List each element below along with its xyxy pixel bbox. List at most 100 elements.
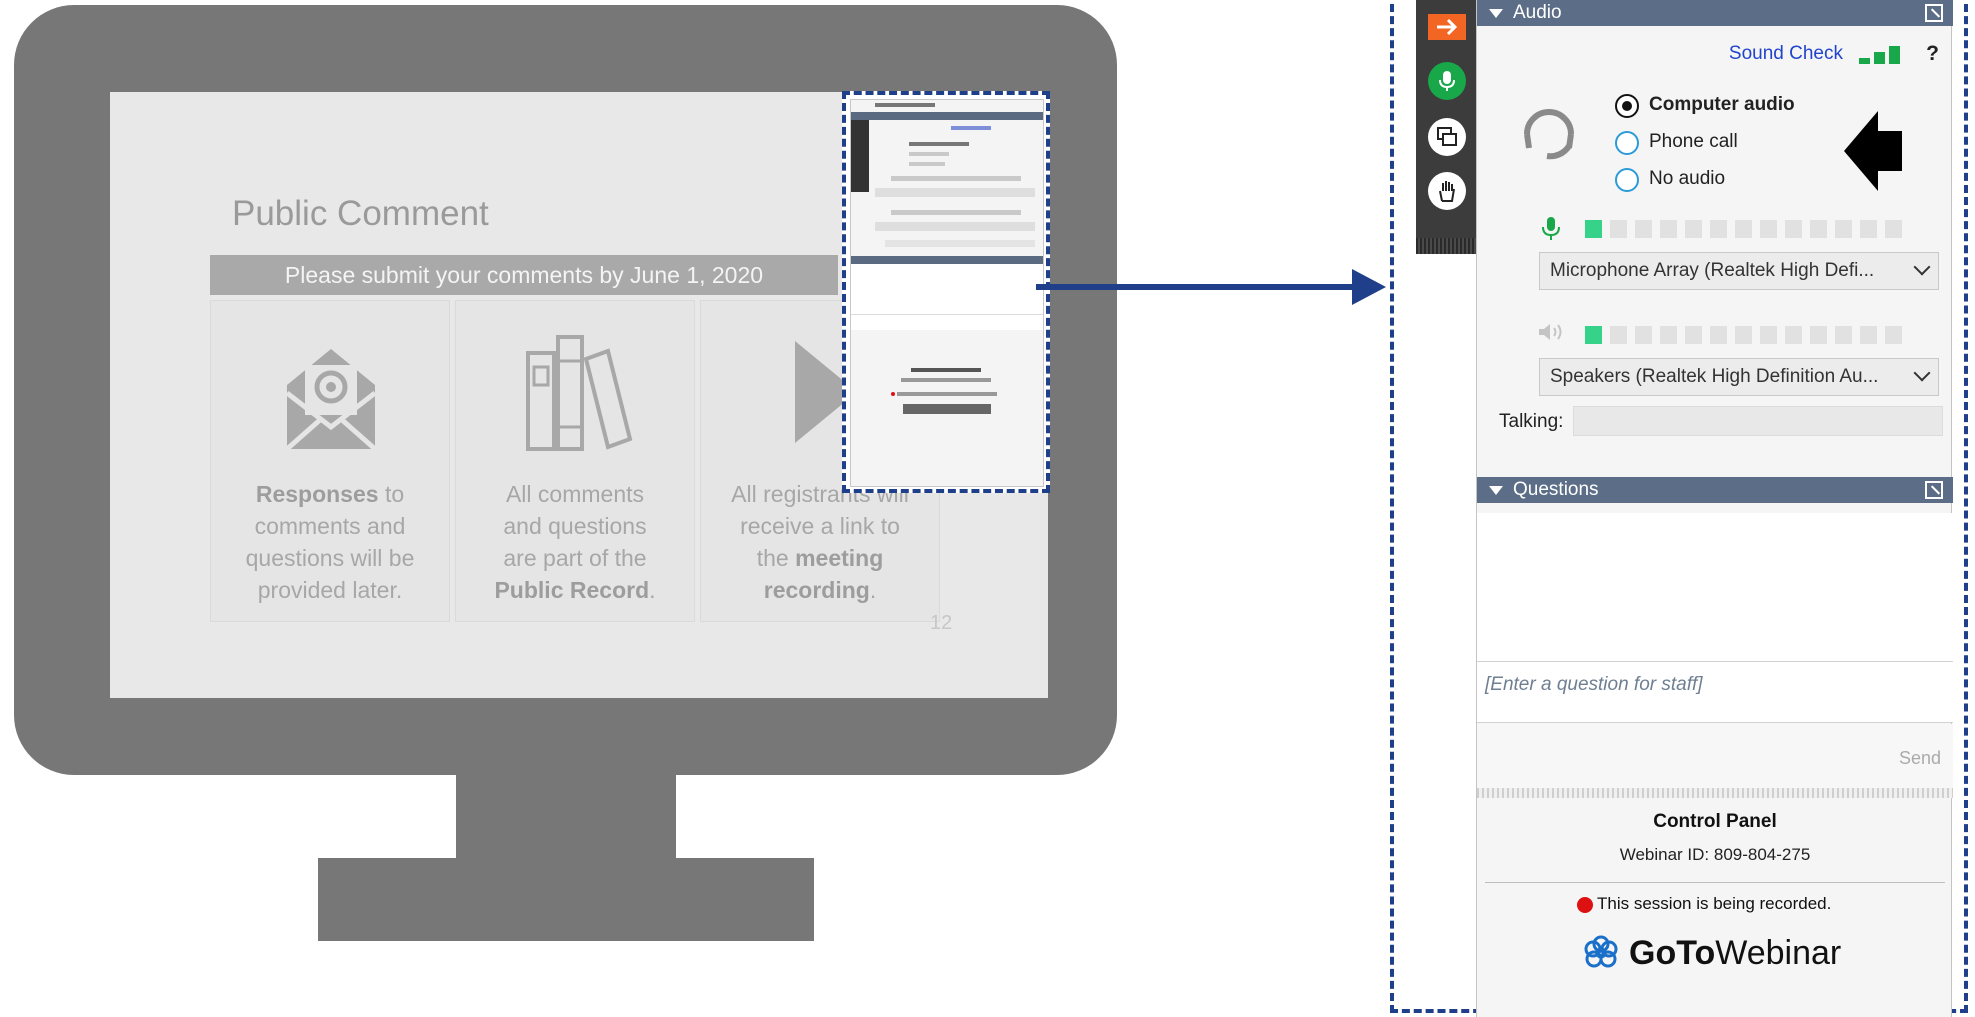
thumbnail-mic-meter [891, 176, 1021, 181]
phone-call-label[interactable]: Phone call [1649, 131, 1738, 153]
computer-audio-label[interactable]: Computer audio [1649, 94, 1795, 116]
card-line: Public Record. [494, 577, 656, 603]
thumbnail-sidebar [851, 112, 869, 192]
card-public-record: All comments and questions are part of t… [455, 300, 695, 622]
microphone-level-meter [1585, 220, 1905, 238]
books-icon [526, 335, 633, 451]
card-recording-text: All registrants will receive a link to t… [711, 478, 929, 606]
meter-segment [1835, 326, 1852, 344]
monitor-neck [456, 775, 676, 861]
help-icon[interactable]: ? [1926, 42, 1939, 66]
meter-segment [1835, 220, 1852, 238]
audio-header-label: Audio [1513, 2, 1562, 23]
recording-dot-icon [1577, 897, 1593, 913]
slide-page-number: 12 [930, 612, 953, 634]
thumbnail-sound-check [951, 126, 991, 130]
meter-segment [1860, 326, 1877, 344]
meter-segment [1585, 220, 1602, 238]
speaker-level-meter [1585, 326, 1905, 344]
card-line: All comments [505, 481, 645, 507]
collapse-triangle-icon[interactable] [1489, 486, 1503, 495]
thumbnail-questions-area [851, 264, 1043, 314]
pointing-arrow-icon [1844, 111, 1902, 191]
screen-share-icon[interactable] [1428, 118, 1466, 156]
thumbnail-menu-bar [875, 103, 935, 107]
card-public-record-text: All comments and questions are part of t… [466, 478, 684, 606]
card-line: recording. [763, 577, 877, 603]
questions-log [1477, 513, 1953, 661]
pop-out-icon[interactable] [1925, 481, 1943, 499]
questions-header-label: Questions [1513, 479, 1599, 500]
card-responses: Responses to comments and questions will… [210, 300, 450, 622]
meter-segment [1685, 326, 1702, 344]
pop-out-icon[interactable] [1925, 4, 1943, 22]
microphone-icon [1542, 217, 1560, 240]
card-line: provided later. [257, 577, 403, 603]
speaker-icon [1539, 324, 1562, 340]
thumbnail-mic-select [875, 188, 1035, 197]
questions-section-header[interactable]: Questions [1477, 477, 1953, 503]
meter-segment [1760, 220, 1777, 238]
thumbnail-audio-header [851, 112, 1043, 120]
arrow-right-icon[interactable] [1428, 14, 1466, 40]
meter-segment [1660, 326, 1677, 344]
meter-segment [1785, 326, 1802, 344]
webinar-id: Webinar ID: 809-804-275 [1619, 845, 1811, 864]
speakers-select[interactable]: Speakers (Realtek High Definition Au... [1539, 358, 1939, 396]
microphone-icon[interactable] [1428, 62, 1466, 100]
phone-call-radio[interactable] [1615, 131, 1639, 155]
thumbnail-audio-option [909, 152, 949, 156]
meter-segment [1785, 220, 1802, 238]
thumbnail-audio-option [909, 162, 945, 166]
sound-check-link[interactable]: Sound Check [1729, 43, 1843, 65]
audio-section-header[interactable]: Audio [1477, 0, 1953, 26]
thumbnail-brand [903, 404, 991, 414]
thumbnail-recording-dot [891, 392, 895, 396]
speakers-select-value: Speakers (Realtek High Definition Au... [1550, 366, 1879, 387]
brand-goto: GoTo [1629, 933, 1716, 972]
brand-webinar: Webinar [1715, 933, 1842, 972]
meter-segment [1685, 220, 1702, 238]
meter-segment [1610, 326, 1627, 344]
thumbnail-questions-header [851, 256, 1043, 264]
card-line: receive a link to [740, 513, 900, 539]
sidebar-grip[interactable] [1416, 238, 1476, 254]
thumbnail-audio-option [909, 142, 969, 146]
meter-segment [1860, 220, 1877, 238]
no-audio-label[interactable]: No audio [1649, 168, 1725, 190]
meter-segment [1635, 326, 1652, 344]
collapse-triangle-icon[interactable] [1489, 9, 1503, 18]
no-audio-radio[interactable] [1615, 168, 1639, 192]
card-line: Responses to [255, 481, 405, 507]
chevron-down-icon[interactable] [1913, 364, 1931, 382]
card-line: and questions [503, 513, 647, 539]
microphone-select[interactable]: Microphone Array (Realtek High Defi... [1539, 252, 1939, 290]
gotowebinar-logo: GoTo Webinar [1581, 930, 1841, 976]
thumbnail-speaker-meter [891, 210, 1021, 215]
zoom-connector-line [1036, 284, 1358, 290]
resize-grip[interactable] [1477, 788, 1953, 798]
meter-segment [1660, 220, 1677, 238]
monitor-base [318, 858, 814, 941]
question-input[interactable]: [Enter a question for staff] [1477, 661, 1953, 723]
meter-segment [1635, 220, 1652, 238]
talking-label: Talking: [1499, 411, 1564, 432]
meter-segment [1885, 220, 1902, 238]
send-button[interactable]: Send [1899, 748, 1941, 769]
thumbnail-webinar-id [901, 378, 991, 382]
thumbnail-recording-text [897, 392, 997, 396]
zoom-connector-arrowhead [1352, 269, 1386, 305]
thumbnail-footer-title [911, 368, 981, 372]
computer-audio-radio[interactable] [1615, 94, 1639, 118]
meter-segment [1610, 220, 1627, 238]
thumbnail-question-input [851, 314, 1043, 330]
control-panel-thumbnail [842, 91, 1050, 493]
card-line: questions will be [245, 545, 415, 571]
thumbnail-speaker-select [875, 222, 1035, 231]
raise-hand-icon[interactable] [1428, 172, 1466, 210]
thumbnail-talking-box [885, 240, 1035, 247]
headset-icon [1524, 109, 1574, 160]
chevron-down-icon[interactable] [1913, 258, 1931, 276]
monitor-illustration: Public Comment Please submit your commen… [14, 5, 1117, 775]
flower-logo-icon [1584, 935, 1618, 968]
